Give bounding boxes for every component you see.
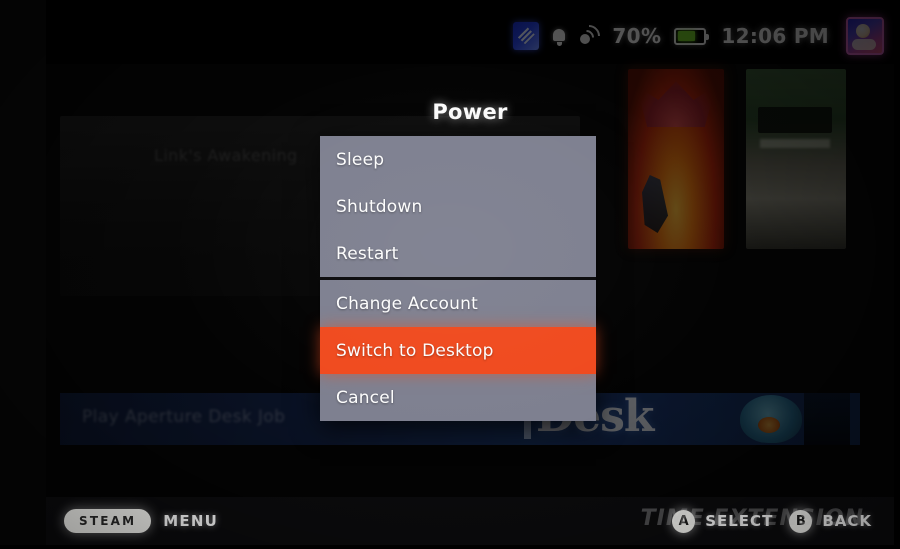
power-menu-group-primary: Sleep Shutdown Restart: [320, 136, 596, 277]
menu-item-label: Change Account: [336, 293, 478, 314]
menu-hint-label: MENU: [163, 512, 218, 530]
page-title: Power: [432, 100, 508, 124]
b-button-label: BACK: [822, 512, 872, 530]
action-bar: STEAM MENU A SELECT B BACK TIME EXTENSIO…: [46, 497, 894, 545]
menu-item-restart[interactable]: Restart: [320, 230, 596, 277]
menu-item-label: Switch to Desktop: [336, 340, 494, 361]
power-menu-group-secondary: Change Account Switch to Desktop Cancel: [320, 280, 596, 421]
steam-button[interactable]: STEAM: [64, 509, 152, 533]
menu-item-change-account[interactable]: Change Account: [320, 280, 596, 327]
menu-item-label: Shutdown: [336, 196, 423, 217]
menu-item-sleep[interactable]: Sleep: [320, 136, 596, 183]
menu-item-label: Cancel: [336, 387, 395, 408]
power-menu: Sleep Shutdown Restart Change Account Sw…: [320, 136, 596, 421]
menu-item-switch-to-desktop[interactable]: Switch to Desktop: [320, 327, 596, 374]
menu-item-cancel[interactable]: Cancel: [320, 374, 596, 421]
bezel-bottom: [0, 545, 900, 549]
device-screen: 70% 12:06 PM Link's Awakening Play Apert…: [46, 8, 894, 545]
menu-item-shutdown[interactable]: Shutdown: [320, 183, 596, 230]
menu-item-label: Sleep: [336, 149, 385, 170]
a-button-label: SELECT: [705, 512, 774, 530]
button-hints: A SELECT B BACK: [672, 509, 878, 533]
a-button-icon[interactable]: A: [672, 509, 696, 533]
bezel-right: [894, 0, 900, 549]
bezel-top: [0, 0, 900, 8]
device-photo: 70% 12:06 PM Link's Awakening Play Apert…: [0, 0, 900, 549]
b-button-icon[interactable]: B: [789, 509, 813, 533]
menu-item-label: Restart: [336, 243, 399, 264]
bezel-left: [0, 0, 46, 549]
